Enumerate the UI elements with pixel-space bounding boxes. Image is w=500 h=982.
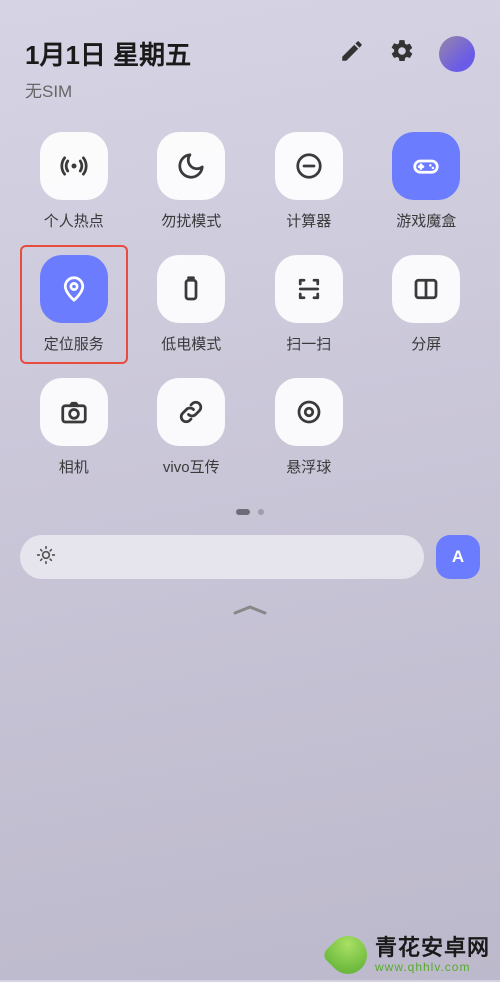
battery-icon [176, 274, 206, 304]
toggle-vivoshare[interactable]: vivo互传 [133, 366, 251, 489]
watermark-title: 青花安卓网 [375, 936, 490, 960]
date-text: 1月1日 星期五 [25, 35, 339, 72]
watermark-logo [329, 936, 367, 974]
page-dot [236, 509, 250, 515]
sim-status: 无SIM [0, 77, 500, 120]
toggle-hotspot[interactable]: 个人热点 [15, 120, 133, 243]
toggle-label: vivo互传 [163, 456, 220, 477]
toggle-label: 悬浮球 [286, 456, 331, 477]
source-watermark: 青花安卓网 www.qhhlv.com [319, 930, 500, 980]
page-indicator [0, 489, 500, 535]
calculator-icon [294, 151, 324, 181]
auto-brightness-button[interactable]: A [436, 535, 480, 579]
page-dot [258, 509, 264, 515]
settings-icon[interactable] [389, 38, 415, 69]
toggle-split[interactable]: 分屏 [368, 243, 486, 366]
toggle-calculator[interactable]: 计算器 [250, 120, 368, 243]
toggle-label: 分屏 [411, 333, 441, 354]
edit-icon[interactable] [339, 38, 365, 69]
brightness-slider[interactable] [20, 535, 424, 579]
toggle-lowpower[interactable]: 低电模式 [133, 243, 251, 366]
toggle-gamebox[interactable]: 游戏魔盒 [368, 120, 486, 243]
toggle-label: 相机 [59, 456, 89, 477]
brightness-icon [36, 545, 56, 570]
link-icon [176, 397, 206, 427]
toggle-label: 扫一扫 [286, 333, 331, 354]
quick-toggle-grid: 个人热点 勿扰模式 计算器 游戏魔盒 定位服务 低电模式 扫一扫 分屏 相机 v… [0, 120, 500, 489]
brightness-row: A [0, 535, 500, 579]
target-icon [294, 397, 324, 427]
toggle-label: 勿扰模式 [161, 210, 221, 231]
hotspot-icon [59, 151, 89, 181]
gamepad-icon [411, 151, 441, 181]
toggle-float[interactable]: 悬浮球 [250, 366, 368, 489]
split-icon [411, 274, 441, 304]
toggle-label: 定位服务 [44, 333, 104, 354]
watermark-url: www.qhhlv.com [375, 961, 490, 974]
location-icon [59, 274, 89, 304]
toggle-label: 游戏魔盒 [396, 210, 456, 231]
status-header: 1月1日 星期五 [0, 0, 500, 77]
toggle-label: 个人热点 [44, 210, 104, 231]
collapse-handle[interactable] [0, 579, 500, 641]
toggle-scan[interactable]: 扫一扫 [250, 243, 368, 366]
scan-icon [294, 274, 324, 304]
toggle-label: 计算器 [286, 210, 331, 231]
toggle-camera[interactable]: 相机 [15, 366, 133, 489]
toggle-dnd[interactable]: 勿扰模式 [133, 120, 251, 243]
moon-icon [176, 151, 206, 181]
camera-icon [59, 397, 89, 427]
profile-avatar[interactable] [439, 36, 475, 72]
toggle-label: 低电模式 [161, 333, 221, 354]
toggle-location[interactable]: 定位服务 [15, 243, 133, 366]
